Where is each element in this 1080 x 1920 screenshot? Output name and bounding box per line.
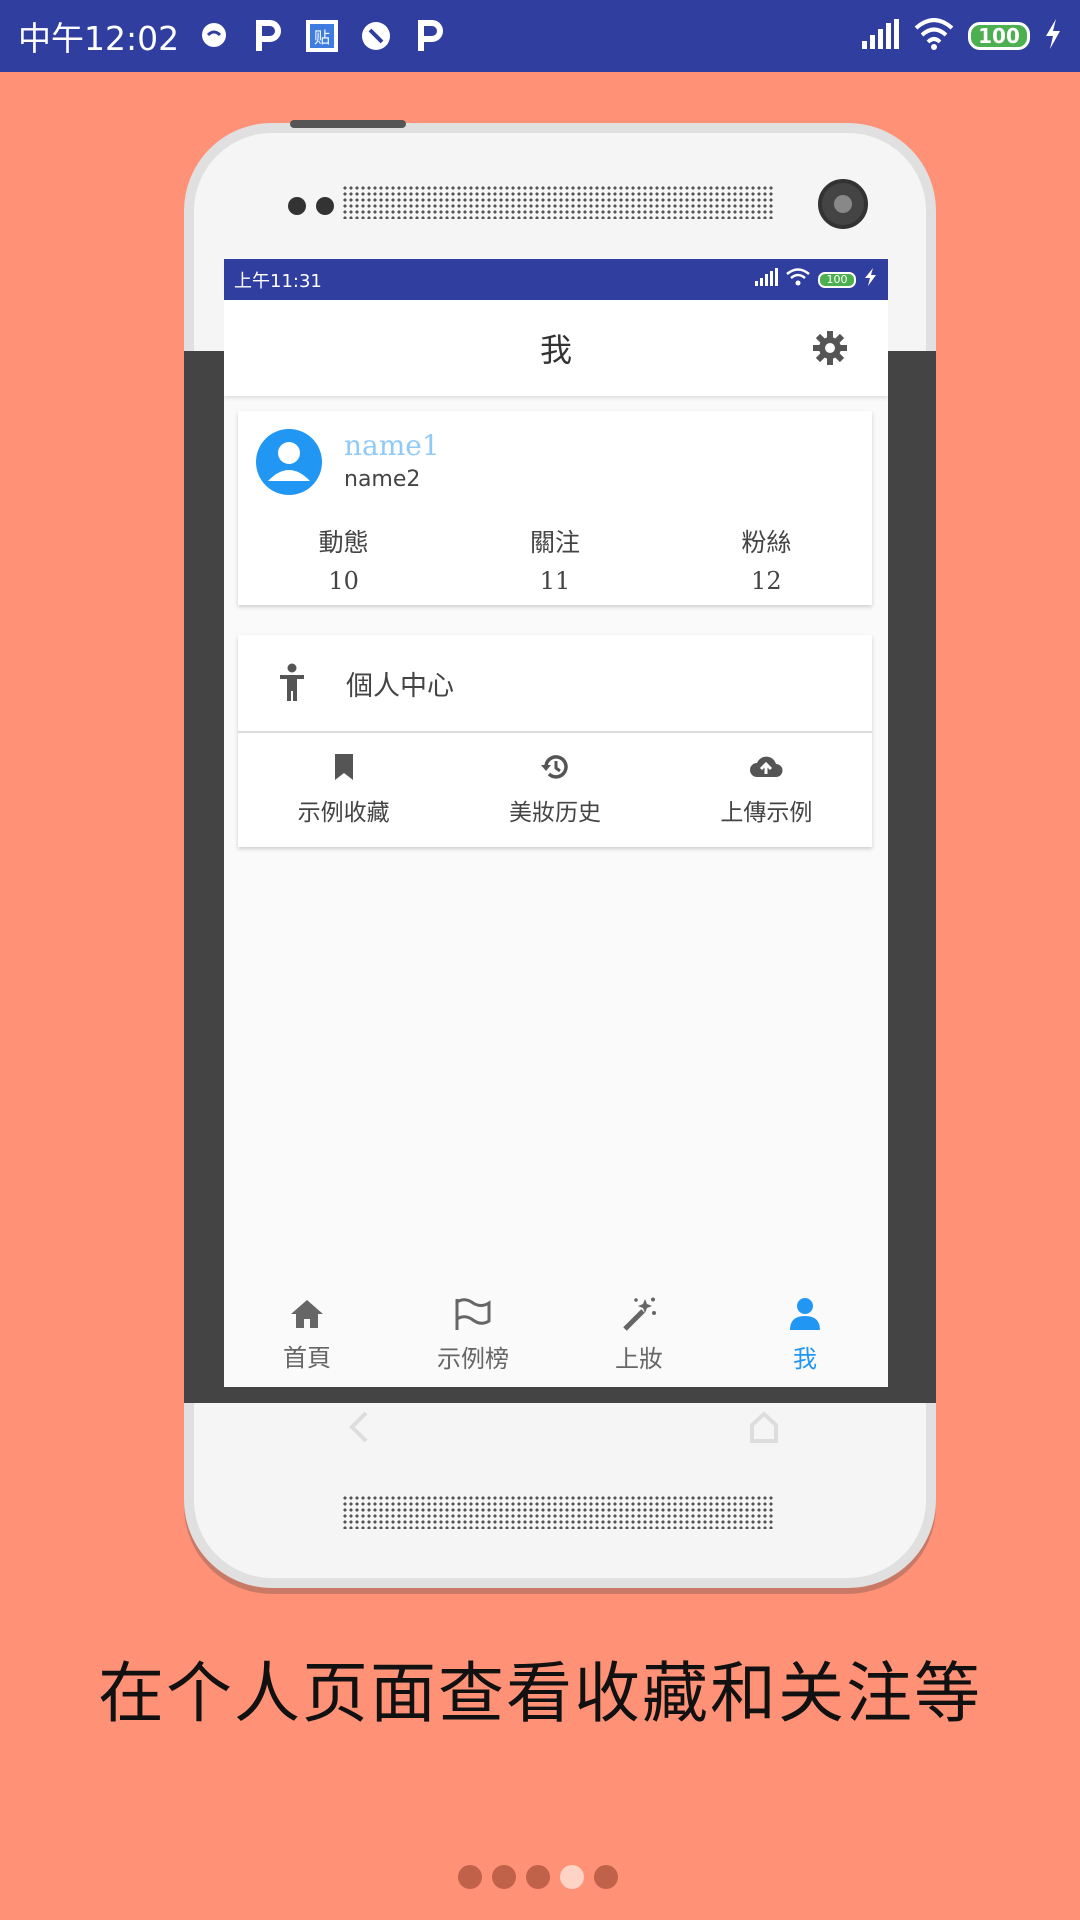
action-label: 上傳示例 [720, 800, 813, 826]
stat-label: 粉絲 [741, 528, 792, 557]
inner-wifi-icon [786, 268, 810, 291]
back-icon[interactable] [340, 1407, 380, 1447]
phone-camera [818, 179, 868, 229]
personal-center-actions: 示例收藏 美妝历史 上傳示例 [238, 733, 872, 847]
avatar[interactable] [256, 429, 322, 495]
nav-label: 上妝 [615, 1345, 663, 1373]
p-app-icon [251, 19, 285, 53]
inner-battery: 100 [818, 271, 856, 288]
magic-wand-icon [621, 1297, 657, 1335]
action-sample-favorites[interactable]: 示例收藏 [238, 733, 449, 847]
home-button-icon[interactable] [744, 1407, 784, 1447]
nav-label: 我 [793, 1345, 817, 1373]
stat-value: 10 [328, 567, 359, 595]
system-nav-bar [184, 1387, 936, 1475]
stat-activity[interactable]: 動態 10 [238, 523, 449, 595]
stat-following[interactable]: 關注 11 [449, 523, 660, 595]
phone-sensors [288, 197, 334, 215]
inner-status-time: 上午11:31 [234, 270, 322, 292]
nav-home[interactable]: 首頁 [224, 1284, 390, 1387]
status-bar: 中午12:02 贴 100 [0, 0, 1080, 72]
caption-text: 在个人页面查看收藏和关注等 [98, 1655, 982, 1732]
stat-followers[interactable]: 粉絲 12 [661, 523, 872, 595]
stat-label: 動態 [318, 528, 369, 557]
p-app-icon [413, 19, 447, 53]
block-icon [359, 19, 393, 53]
action-label: 美妝历史 [508, 800, 601, 826]
nav-makeup[interactable]: 上妝 [556, 1284, 722, 1387]
stat-value: 12 [751, 567, 782, 595]
nav-label: 首頁 [283, 1344, 331, 1372]
flag-icon [453, 1297, 493, 1335]
phone-speaker-bottom [342, 1495, 774, 1529]
pager-dot[interactable] [492, 1865, 516, 1889]
nav-sample-ranking[interactable]: 示例榜 [390, 1284, 556, 1387]
battery-indicator: 100 [968, 22, 1030, 50]
wifi-icon [914, 18, 954, 54]
stat-value: 11 [539, 567, 571, 595]
app-header: 我 [224, 300, 888, 396]
personal-center-label: 個人中心 [346, 670, 454, 702]
nav-me[interactable]: 我 [722, 1284, 888, 1387]
pager-dot-active[interactable] [560, 1865, 584, 1889]
inner-signal-icon [754, 268, 778, 291]
chat-icon [197, 19, 231, 53]
personal-center-card: 個人中心 示例收藏 美妝历史 上傳示例 [238, 635, 872, 847]
signal-icon [860, 19, 900, 53]
personal-center-row[interactable]: 個人中心 [238, 635, 872, 733]
bookmark-icon [332, 753, 356, 785]
inner-charging-icon [864, 268, 878, 291]
bottom-nav: 首頁 示例榜 上妝 我 [224, 1284, 888, 1387]
cloud-upload-icon [749, 753, 783, 785]
inner-status-bar: 上午11:31 100 [224, 259, 888, 300]
profile-name1: name1 [344, 429, 440, 462]
action-makeup-history[interactable]: 美妝历史 [449, 733, 660, 847]
charging-icon [1044, 19, 1062, 53]
phone-speaker-top [342, 185, 774, 219]
pager-dot[interactable] [458, 1865, 482, 1889]
profile-card[interactable]: name1 name2 動態 10 關注 11 粉絲 12 [238, 411, 872, 605]
page-title: 我 [539, 331, 572, 369]
pager-dot[interactable] [526, 1865, 550, 1889]
gear-icon[interactable] [812, 330, 848, 366]
profile-stats: 動態 10 關注 11 粉絲 12 [238, 523, 872, 595]
history-icon [540, 753, 570, 785]
phone-top-button [290, 120, 406, 128]
action-upload-sample[interactable]: 上傳示例 [661, 733, 872, 847]
pager-dot[interactable] [594, 1865, 618, 1889]
status-time: 中午12:02 [18, 19, 180, 58]
pager-dots [458, 1865, 618, 1889]
stat-label: 關注 [529, 528, 580, 557]
svg-text:贴: 贴 [314, 28, 330, 47]
app-screen: 上午11:31 100 我 name1 name2 動態 10 關注 11 粉絲… [224, 259, 888, 1387]
person-icon [789, 1297, 821, 1335]
nav-label: 示例榜 [437, 1345, 509, 1373]
child-figure-icon [274, 663, 310, 703]
tieba-icon: 贴 [305, 19, 339, 53]
action-label: 示例收藏 [297, 800, 390, 826]
profile-name2: name2 [344, 467, 421, 492]
home-icon [289, 1298, 325, 1334]
